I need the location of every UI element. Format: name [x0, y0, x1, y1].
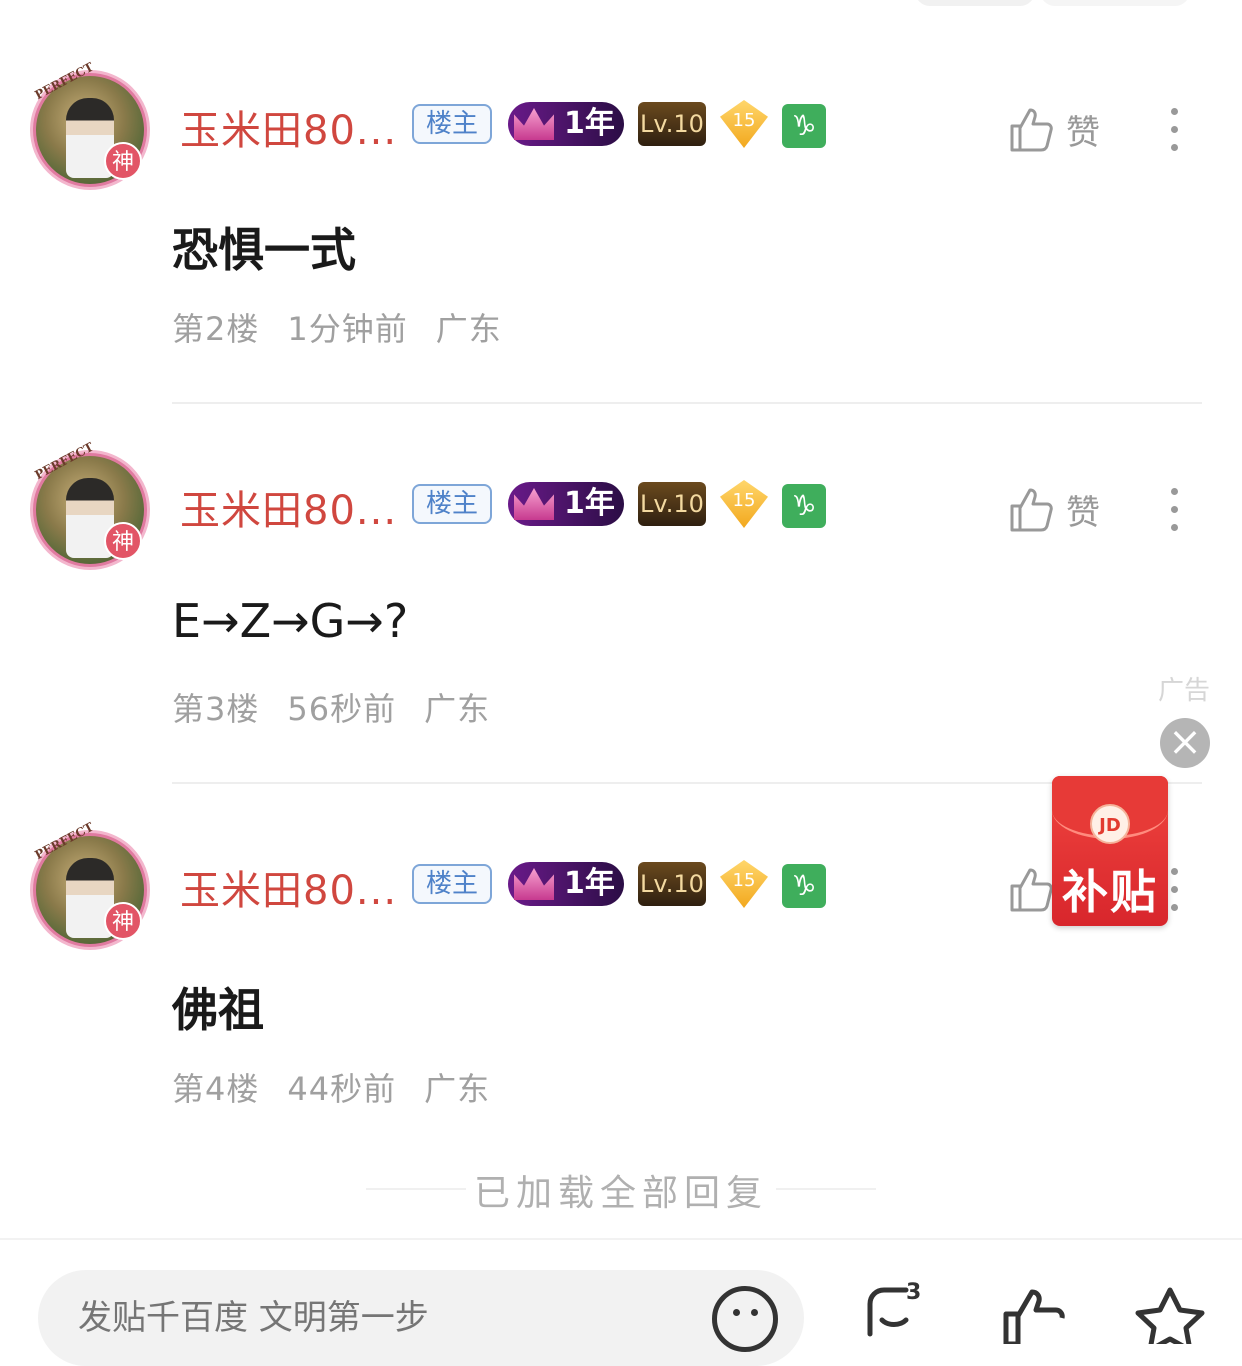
thumbs-up-icon — [1010, 108, 1053, 152]
thumbs-up-icon — [1010, 868, 1053, 912]
post-content: 佛祖 — [172, 983, 264, 1037]
gem-badge: 15 — [720, 480, 768, 528]
star-icon[interactable] — [1130, 1284, 1210, 1344]
post-location: 广东 — [424, 1070, 491, 1108]
level-badge: Lv.10 — [638, 862, 706, 906]
post-time: 56秒前 — [287, 690, 397, 728]
bottom-bar: 3 — [0, 1238, 1242, 1366]
thumbs-up-icon[interactable] — [1000, 1284, 1072, 1344]
member-year-badge: 1年 — [508, 482, 624, 526]
owner-tag: 楼主 — [412, 864, 492, 904]
post-location: 广东 — [435, 310, 502, 348]
post-content: 恐惧一式 — [172, 223, 356, 277]
like-label: 赞 — [1066, 492, 1100, 533]
zodiac-badge: ♑ — [782, 864, 826, 908]
like-button[interactable]: 赞 — [1006, 484, 1100, 534]
username[interactable]: 玉米田80... — [180, 858, 397, 916]
member-year-badge: 1年 — [508, 862, 624, 906]
avatar[interactable]: PERFECT 神 — [30, 820, 150, 950]
ad-red-envelope[interactable]: JD 补贴 — [1052, 776, 1168, 926]
post-meta: 第2楼 1分钟前 广东 — [172, 304, 530, 350]
gem-badge: 15 — [720, 860, 768, 908]
avatar[interactable]: PERFECT 神 — [30, 440, 150, 570]
like-label: 赞 — [1066, 112, 1100, 153]
post-time: 1分钟前 — [287, 310, 408, 348]
jd-logo-icon: JD — [1090, 804, 1130, 844]
member-year-label: 1年 — [564, 106, 615, 141]
username[interactable]: 玉米田80... — [180, 98, 397, 156]
floor-number: 第2楼 — [172, 310, 260, 348]
floor-number: 第4楼 — [172, 1070, 260, 1108]
floor-number: 第3楼 — [172, 690, 260, 728]
reply-post: PERFECT 神 玉米田80... 楼主 1年 Lv.10 15 ♑ 赞 E→… — [0, 380, 1242, 784]
like-button[interactable]: 赞 — [1006, 104, 1100, 154]
post-meta: 第3楼 56秒前 广东 — [172, 684, 518, 730]
more-options-button[interactable] — [1160, 106, 1190, 156]
ad-text: 补贴 — [1062, 865, 1158, 919]
owner-tag: 楼主 — [412, 484, 492, 524]
owner-tag: 楼主 — [412, 104, 492, 144]
username[interactable]: 玉米田80... — [180, 478, 397, 536]
post-content: E→Z→G→? — [172, 594, 409, 648]
ad-close-button[interactable]: × — [1160, 718, 1210, 768]
more-options-button[interactable] — [1160, 486, 1190, 536]
footer-divider-right — [776, 1188, 876, 1190]
avatar[interactable]: PERFECT 神 — [30, 60, 150, 190]
post-time: 44秒前 — [287, 1070, 397, 1108]
member-year-label: 1年 — [564, 866, 615, 901]
god-badge: 神 — [104, 902, 142, 940]
thumbs-up-icon — [1010, 488, 1053, 532]
post-location: 广东 — [424, 690, 491, 728]
emoji-icon[interactable] — [712, 1286, 778, 1352]
god-badge: 神 — [104, 522, 142, 560]
reply-post: PERFECT 神 玉米田80... 楼主 1年 Lv.10 15 ♑ 赞 恐惧… — [0, 0, 1242, 404]
gem-badge: 15 — [720, 100, 768, 148]
crown-icon — [514, 488, 554, 520]
post-meta: 第4楼 44秒前 广东 — [172, 1064, 518, 1110]
reply-input[interactable] — [38, 1270, 804, 1366]
level-badge: Lv.10 — [638, 102, 706, 146]
level-badge: Lv.10 — [638, 482, 706, 526]
crown-icon — [514, 108, 554, 140]
comment-count: 3 — [906, 1280, 922, 1305]
member-year-badge: 1年 — [508, 102, 624, 146]
ad-label: 广告 — [1158, 676, 1211, 706]
zodiac-badge: ♑ — [782, 484, 826, 528]
all-replies-loaded: 已加载全部回复 — [473, 1173, 768, 1214]
god-badge: 神 — [104, 142, 142, 180]
crown-icon — [514, 868, 554, 900]
member-year-label: 1年 — [564, 486, 615, 521]
zodiac-badge: ♑ — [782, 104, 826, 148]
